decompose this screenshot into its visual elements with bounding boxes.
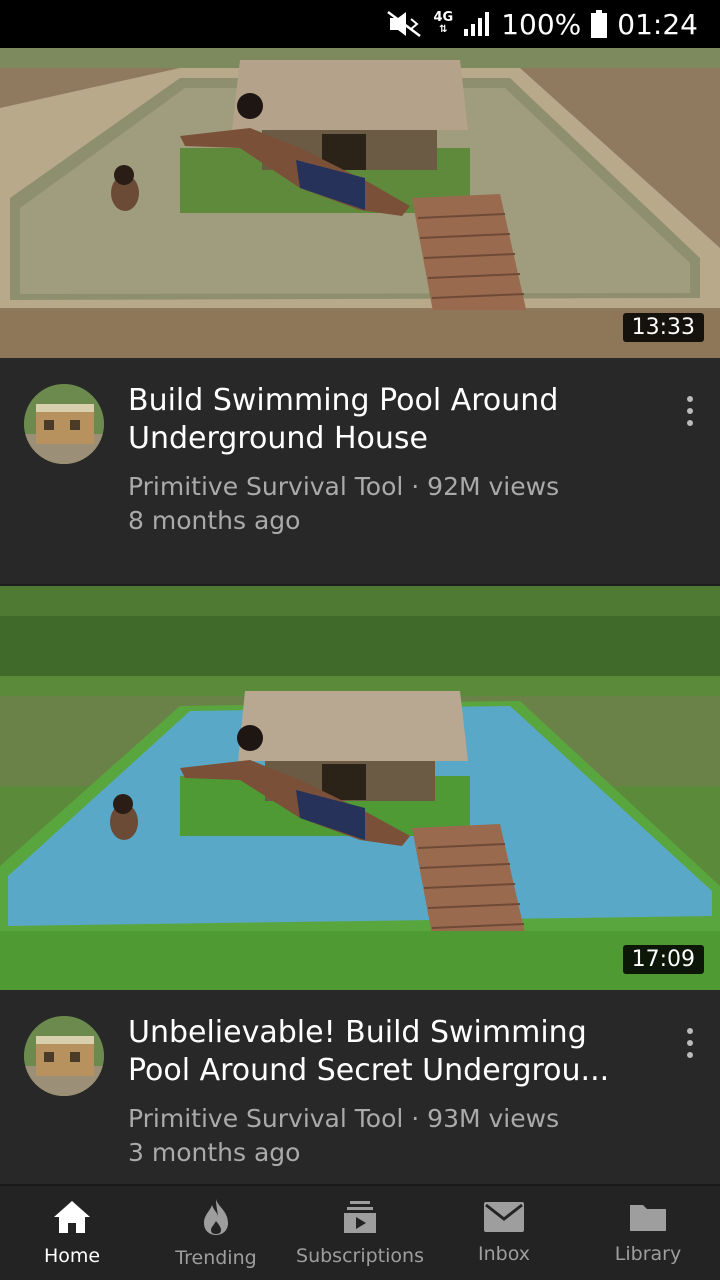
channel-avatar[interactable] [24,1016,104,1096]
video-card[interactable]: 17:09 Unbelievable! Build Swimming Pool … [0,586,720,1184]
mail-icon [483,1201,525,1237]
folder-icon [628,1201,668,1237]
video-title-line-1: Build Swimming Pool Around [128,383,559,418]
channel-avatar[interactable] [24,384,104,464]
nav-home-label: Home [43,1245,101,1267]
video-duration: 13:33 [622,313,704,342]
home-icon [52,1199,92,1239]
video-meta[interactable]: Build Swimming Pool Around Underground H… [0,358,720,586]
more-options-icon[interactable] [682,396,698,426]
more-options-icon[interactable] [682,1028,698,1058]
nav-inbox-label: Inbox [478,1243,530,1265]
nav-library-label: Library [614,1243,682,1265]
bottom-navigation: Home Trending Subscriptions Inbox Librar… [0,1184,720,1280]
battery-icon [591,10,608,38]
nav-trending[interactable]: Trending [144,1186,288,1280]
video-title[interactable]: Build Swimming Pool Around Underground H… [128,382,658,458]
video-thumbnail[interactable]: 17:09 [0,586,720,990]
video-title[interactable]: Unbelievable! Build Swimming Pool Around… [128,1014,658,1090]
nav-inbox[interactable]: Inbox [432,1186,576,1280]
upload-age: 8 months ago [128,506,301,535]
nav-subscriptions[interactable]: Subscriptions [288,1186,432,1280]
nav-subscriptions-label: Subscriptions [296,1245,424,1267]
battery-percent: 100% [501,7,582,41]
upload-age: 3 months ago [128,1138,301,1167]
nav-home[interactable]: Home [0,1186,144,1280]
channel-and-views: Primitive Survival Tool · 93M views [128,1104,560,1133]
network-4g-icon: 4G ⇅ [433,10,454,35]
video-title-line-2: Pool Around Secret Undergrou... [128,1053,610,1088]
nav-library[interactable]: Library [576,1186,720,1280]
status-bar: 4G ⇅ 100% 01:24 [0,0,720,48]
video-title-line-2: Underground House [128,421,428,456]
video-meta[interactable]: Unbelievable! Build Swimming Pool Around… [0,990,720,1184]
channel-and-views: Primitive Survival Tool · 92M views [128,472,560,501]
clock: 01:24 [617,7,698,41]
video-title-line-1: Unbelievable! Build Swimming [128,1015,587,1050]
nav-trending-label: Trending [175,1247,257,1269]
video-thumbnail[interactable]: 13:33 [0,48,720,358]
flame-icon [198,1197,234,1241]
video-duration: 17:09 [622,945,704,974]
video-feed[interactable]: 13:33 Build Swimming Pool Around Undergr… [0,48,720,1184]
signal-icon [463,11,491,37]
mute-icon [386,10,424,38]
video-card[interactable]: 13:33 Build Swimming Pool Around Undergr… [0,48,720,586]
subscriptions-icon [342,1199,378,1239]
